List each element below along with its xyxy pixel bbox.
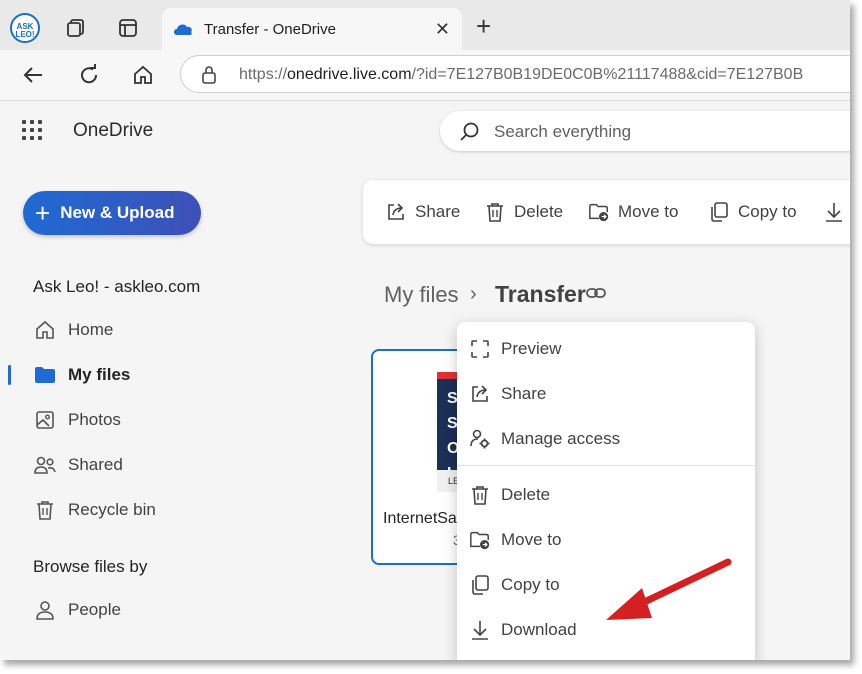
annotation-arrow <box>600 552 740 632</box>
share-command[interactable]: Share <box>385 200 460 224</box>
move-to-command[interactable]: Move to <box>588 200 678 224</box>
sidebar-item-label: Home <box>68 320 114 339</box>
preview-icon <box>469 338 491 360</box>
home-button[interactable] <box>130 62 156 88</box>
new-upload-label: New & Upload <box>60 203 175 222</box>
search-icon <box>458 121 480 143</box>
menu-item-label: Share <box>501 384 547 403</box>
download-icon <box>823 201 845 223</box>
share-label: Share <box>415 202 461 221</box>
new-upload-button[interactable]: + New & Upload <box>23 191 201 235</box>
new-tab-button[interactable]: + <box>476 12 491 40</box>
delete-command[interactable]: Delete <box>484 200 563 224</box>
active-browser-tab[interactable]: Transfer - OneDrive ✕ <box>162 8 462 50</box>
copy-icon <box>708 201 730 223</box>
tab-close-icon[interactable]: ✕ <box>435 19 450 40</box>
link-icon[interactable] <box>585 284 607 302</box>
copy-icon <box>469 574 491 596</box>
plus-icon: + <box>35 198 51 228</box>
move-to-icon <box>588 201 610 223</box>
download-icon <box>469 619 491 641</box>
breadcrumb-current: Transfer <box>495 281 586 307</box>
browse-heading: Browse files by <box>33 557 148 576</box>
trash-icon <box>33 498 57 522</box>
menu-item-share[interactable]: Share <box>469 379 546 409</box>
sidebar-item-label: Recycle bin <box>68 500 156 519</box>
menu-item-label: Move to <box>501 530 562 549</box>
screenshot-frame: ASK LEO! Transfer - OneDrive ✕ + https:/… <box>0 0 850 660</box>
menu-item-copy-to[interactable]: Copy to <box>469 570 560 600</box>
sidebar-item-shared[interactable]: Shared <box>33 450 123 480</box>
command-bar: Share Delete Move to Copy to <box>363 180 850 244</box>
menu-item-manage-access[interactable]: Manage access <box>469 424 620 454</box>
share-icon <box>469 383 491 405</box>
address-bar[interactable]: https://onedrive.live.com/?id=7E127B0B19… <box>180 55 850 93</box>
url-text: https://onedrive.live.com/?id=7E127B0B19… <box>239 66 804 83</box>
move-to-label: Move to <box>618 202 679 221</box>
copy-to-command[interactable]: Copy to <box>708 200 797 224</box>
sidebar-item-recycle-bin[interactable]: Recycle bin <box>33 495 156 525</box>
menu-item-delete[interactable]: Delete <box>469 480 550 510</box>
folder-icon <box>33 363 57 387</box>
manage-access-icon <box>469 428 491 450</box>
search-placeholder: Search everything <box>494 122 632 141</box>
workspaces-icon[interactable] <box>62 14 90 42</box>
askleo-extension-icon[interactable]: ASK LEO! <box>10 13 40 43</box>
search-box[interactable]: Search everything <box>440 111 850 151</box>
sidebar-item-my-files[interactable]: My files <box>33 360 130 390</box>
person-icon <box>33 598 57 622</box>
download-command[interactable] <box>823 200 850 224</box>
people-icon <box>33 453 57 477</box>
menu-item-preview[interactable]: Preview <box>469 334 561 364</box>
menu-item-move-to[interactable]: Move to <box>469 525 561 555</box>
menu-item-label: Preview <box>501 339 562 358</box>
back-button[interactable] <box>20 62 46 88</box>
menu-item-download[interactable]: Download <box>469 615 577 645</box>
refresh-button[interactable] <box>76 62 102 88</box>
app-name[interactable]: OneDrive <box>73 120 153 142</box>
tab-title: Transfer - OneDrive <box>204 20 336 38</box>
sidebar-item-label: Photos <box>68 410 121 429</box>
sidebar-item-label: People <box>68 600 121 619</box>
app-launcher-icon[interactable] <box>22 120 42 140</box>
breadcrumb-my-files[interactable]: My files <box>384 282 459 308</box>
sidebar-item-home[interactable]: Home <box>33 315 113 345</box>
move-to-icon <box>469 529 491 551</box>
sidebar-item-label: Shared <box>68 455 123 474</box>
browser-toolbar: https://onedrive.live.com/?id=7E127B0B19… <box>0 50 850 101</box>
menu-divider <box>457 465 755 466</box>
sidebar-item-label: My files <box>68 365 131 384</box>
trash-icon <box>469 484 491 506</box>
image-icon <box>33 408 57 432</box>
account-name: Ask Leo! - askleo.com <box>33 277 201 296</box>
sidebar-item-photos[interactable]: Photos <box>33 405 121 435</box>
app-header: OneDrive Search everything <box>0 101 850 161</box>
file-name: InternetSa <box>383 510 457 527</box>
active-nav-indicator <box>8 365 11 385</box>
menu-item-label: Copy to <box>501 575 560 594</box>
onedrive-cloud-icon <box>172 21 194 37</box>
sidebar-item-people[interactable]: People <box>33 595 121 625</box>
menu-item-label: Download <box>501 620 577 639</box>
share-icon <box>385 201 407 223</box>
copy-to-label: Copy to <box>738 202 797 221</box>
trash-icon <box>484 201 506 223</box>
menu-item-label: Delete <box>501 485 551 504</box>
delete-label: Delete <box>514 202 564 221</box>
vertical-tabs-icon[interactable] <box>114 14 142 42</box>
menu-item-label: Manage access <box>501 429 621 448</box>
chevron-right-icon: › <box>470 283 477 305</box>
home-icon <box>33 318 57 342</box>
lock-icon[interactable] <box>201 65 217 85</box>
browser-tab-strip: ASK LEO! Transfer - OneDrive ✕ + <box>0 0 850 50</box>
